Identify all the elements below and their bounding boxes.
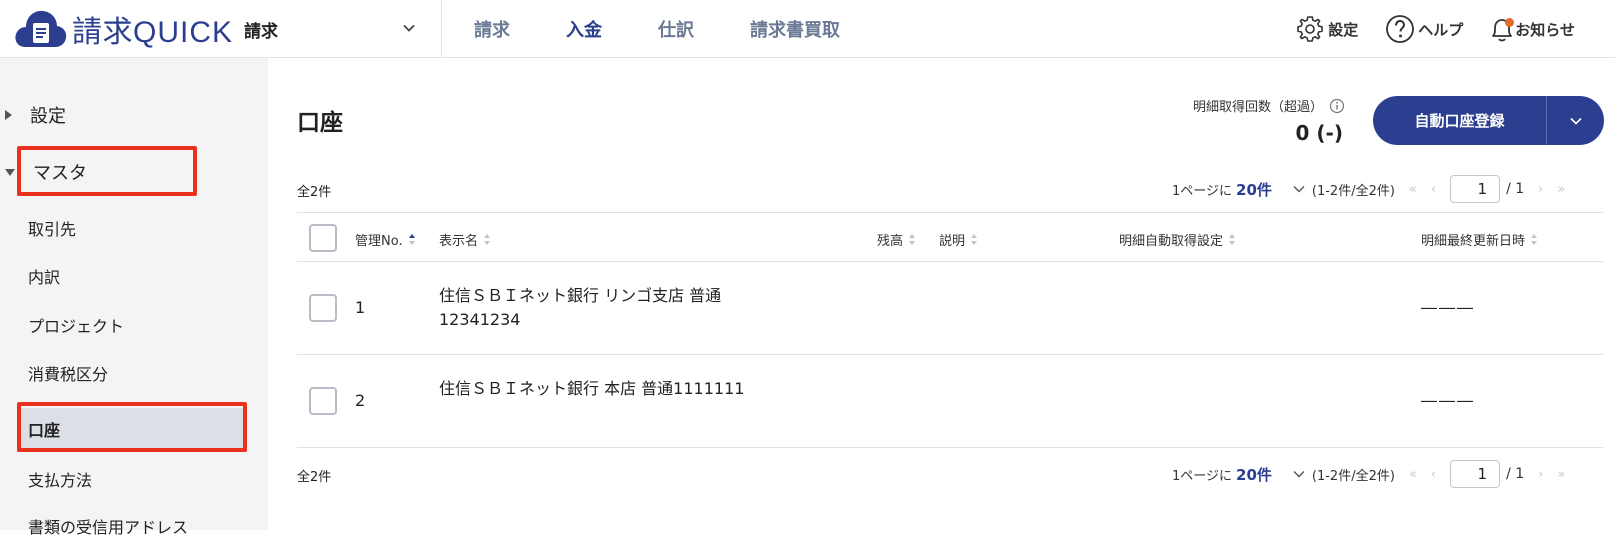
table-row[interactable]: 1 住信ＳＢＩネット銀行 リンゴ支店 普通12341234 ――― bbox=[297, 262, 1603, 355]
page-number-input[interactable]: 1 bbox=[1450, 175, 1501, 203]
sidebar: 設定 マスタ 取引先 内訳 プロジェクト 消費税区分 口座 支払方法 書類の受信… bbox=[0, 58, 268, 537]
chevron-down-icon bbox=[403, 24, 415, 32]
total-count-bottom: 全2件 bbox=[297, 470, 332, 485]
next-page-button[interactable]: › bbox=[1538, 182, 1543, 197]
total-count-top: 全2件 bbox=[297, 185, 332, 200]
cell-name[interactable]: 住信ＳＢＩネット銀行 リンゴ支店 普通12341234 bbox=[439, 284, 749, 332]
column-header-auto-fetch[interactable]: 明細自動取得設定 bbox=[1119, 230, 1236, 249]
header-actions: 設定 ヘルプ お知らせ bbox=[1268, 0, 1575, 58]
sort-icon bbox=[408, 233, 415, 246]
notifications-label: お知らせ bbox=[1515, 20, 1575, 39]
column-header-description[interactable]: 説明 bbox=[939, 230, 978, 249]
help-label: ヘルプ bbox=[1418, 20, 1464, 39]
table-row[interactable]: 2 住信ＳＢＩネット銀行 本店 普通1111111 ――― bbox=[297, 355, 1603, 448]
app-logo[interactable]: 請求QUICK bbox=[12, 7, 233, 51]
column-header-no[interactable]: 管理No. bbox=[355, 230, 415, 249]
page-title: 口座 bbox=[297, 110, 343, 136]
per-page-label: 1ページに bbox=[1172, 183, 1233, 199]
cell-last-updated: ――― bbox=[1421, 298, 1475, 317]
help-button[interactable]: ヘルプ bbox=[1384, 13, 1463, 45]
auto-register-split-button: 自動口座登録 bbox=[1373, 96, 1604, 145]
info-icon[interactable] bbox=[1329, 98, 1345, 114]
nav-payment[interactable]: 入金 bbox=[566, 16, 602, 42]
sidebar-item-tax-category[interactable]: 消費税区分 bbox=[28, 361, 108, 385]
triangle-down-icon bbox=[5, 168, 15, 176]
cell-last-updated: ――― bbox=[1421, 391, 1475, 410]
settings-button[interactable]: 設定 bbox=[1294, 13, 1358, 45]
cell-no: 1 bbox=[355, 298, 366, 317]
sidebar-item-receive-address[interactable]: 書類の受信用アドレス bbox=[28, 514, 188, 538]
page-range: (1-2件/全2件) bbox=[1311, 468, 1395, 484]
sidebar-group-master-label: マスタ bbox=[33, 163, 87, 184]
pagination-bottom: 1ページに 20件 (1-2件/全2件) « ‹ 1 / 1 › » bbox=[1172, 460, 1565, 488]
quota-label-row: 明細取得回数（超過） bbox=[1193, 96, 1345, 115]
sort-icon bbox=[484, 233, 491, 246]
select-all-checkbox[interactable] bbox=[309, 224, 337, 252]
nav-journal[interactable]: 仕訳 bbox=[658, 16, 694, 42]
chevron-down-icon bbox=[1569, 117, 1582, 125]
top-header: 請求QUICK 請求 請求 入金 仕訳 請求書買取 設定 ヘルプ お知らせ bbox=[0, 0, 1615, 58]
main-nav: 請求 入金 仕訳 請求書買取 bbox=[474, 0, 896, 58]
nav-invoice[interactable]: 請求 bbox=[474, 16, 510, 42]
sort-icon bbox=[909, 233, 916, 246]
sidebar-item-clients[interactable]: 取引先 bbox=[28, 216, 76, 240]
sidebar-group-master[interactable]: マスタ bbox=[0, 159, 87, 185]
page-total: / 1 bbox=[1506, 181, 1525, 197]
sort-icon bbox=[971, 233, 978, 246]
app-selector-label: 請求 bbox=[244, 21, 278, 42]
cloud-document-icon bbox=[15, 10, 67, 47]
sort-icon bbox=[1229, 233, 1236, 246]
gear-icon bbox=[1297, 16, 1324, 42]
triangle-right-icon bbox=[5, 110, 12, 120]
sidebar-item-account[interactable]: 口座 bbox=[20, 408, 244, 450]
logo-text: 請求QUICK bbox=[72, 15, 234, 50]
cell-no: 2 bbox=[355, 391, 366, 410]
page-range: (1-2件/全2件) bbox=[1311, 183, 1395, 199]
sort-icon bbox=[1531, 233, 1538, 246]
row-checkbox[interactable] bbox=[309, 387, 337, 415]
last-page-button[interactable]: » bbox=[1557, 182, 1565, 197]
per-page-label: 1ページに bbox=[1172, 468, 1233, 484]
prev-page-button[interactable]: ‹ bbox=[1431, 467, 1436, 482]
bell-icon-wrap bbox=[1489, 13, 1515, 45]
first-page-button[interactable]: « bbox=[1409, 182, 1417, 197]
column-header-balance[interactable]: 残高 bbox=[877, 230, 916, 249]
auto-register-button[interactable]: 自動口座登録 bbox=[1373, 96, 1547, 145]
prev-page-button[interactable]: ‹ bbox=[1431, 182, 1436, 197]
settings-label: 設定 bbox=[1328, 20, 1359, 39]
first-page-button[interactable]: « bbox=[1409, 467, 1417, 482]
column-header-name[interactable]: 表示名 bbox=[439, 230, 491, 249]
quota-label: 明細取得回数（超過） bbox=[1192, 100, 1323, 115]
auto-register-dropdown[interactable] bbox=[1547, 96, 1604, 145]
account-table: 管理No. 表示名 残高 説明 明細自動取得設定 明細最終更新日時 1 住信ＳＢ… bbox=[297, 212, 1603, 448]
table-header: 管理No. 表示名 残高 説明 明細自動取得設定 明細最終更新日時 bbox=[297, 212, 1603, 262]
page-total: / 1 bbox=[1506, 466, 1525, 482]
fetch-quota: 明細取得回数（超過） 0 (-) bbox=[1193, 96, 1345, 145]
nav-invoice-factoring[interactable]: 請求書買取 bbox=[750, 16, 840, 42]
per-page-value[interactable]: 20件 bbox=[1236, 179, 1272, 200]
sidebar-group-settings-label: 設定 bbox=[30, 106, 66, 127]
chevron-down-icon[interactable] bbox=[1292, 467, 1306, 481]
next-page-button[interactable]: › bbox=[1538, 467, 1543, 482]
page-number-input[interactable]: 1 bbox=[1450, 460, 1501, 488]
column-header-last-updated[interactable]: 明細最終更新日時 bbox=[1421, 230, 1538, 249]
cell-name[interactable]: 住信ＳＢＩネット銀行 本店 普通1111111 bbox=[439, 377, 749, 401]
chevron-down-icon[interactable] bbox=[1292, 182, 1306, 196]
quota-value: 0 (-) bbox=[1295, 121, 1343, 145]
notifications-button[interactable]: お知らせ bbox=[1489, 13, 1575, 45]
sidebar-item-project[interactable]: プロジェクト bbox=[28, 313, 124, 337]
last-page-button[interactable]: » bbox=[1557, 467, 1565, 482]
pagination-top: 1ページに 20件 (1-2件/全2件) « ‹ 1 / 1 › » bbox=[1172, 175, 1565, 203]
row-checkbox[interactable] bbox=[309, 294, 337, 322]
help-circle-icon bbox=[1386, 15, 1415, 43]
sidebar-item-breakdown[interactable]: 内訳 bbox=[28, 264, 60, 288]
app-selector[interactable]: 請求 bbox=[244, 0, 442, 58]
sidebar-item-payment-method[interactable]: 支払方法 bbox=[28, 467, 92, 491]
sidebar-group-settings[interactable]: 設定 bbox=[0, 102, 66, 128]
per-page-value[interactable]: 20件 bbox=[1236, 464, 1272, 485]
